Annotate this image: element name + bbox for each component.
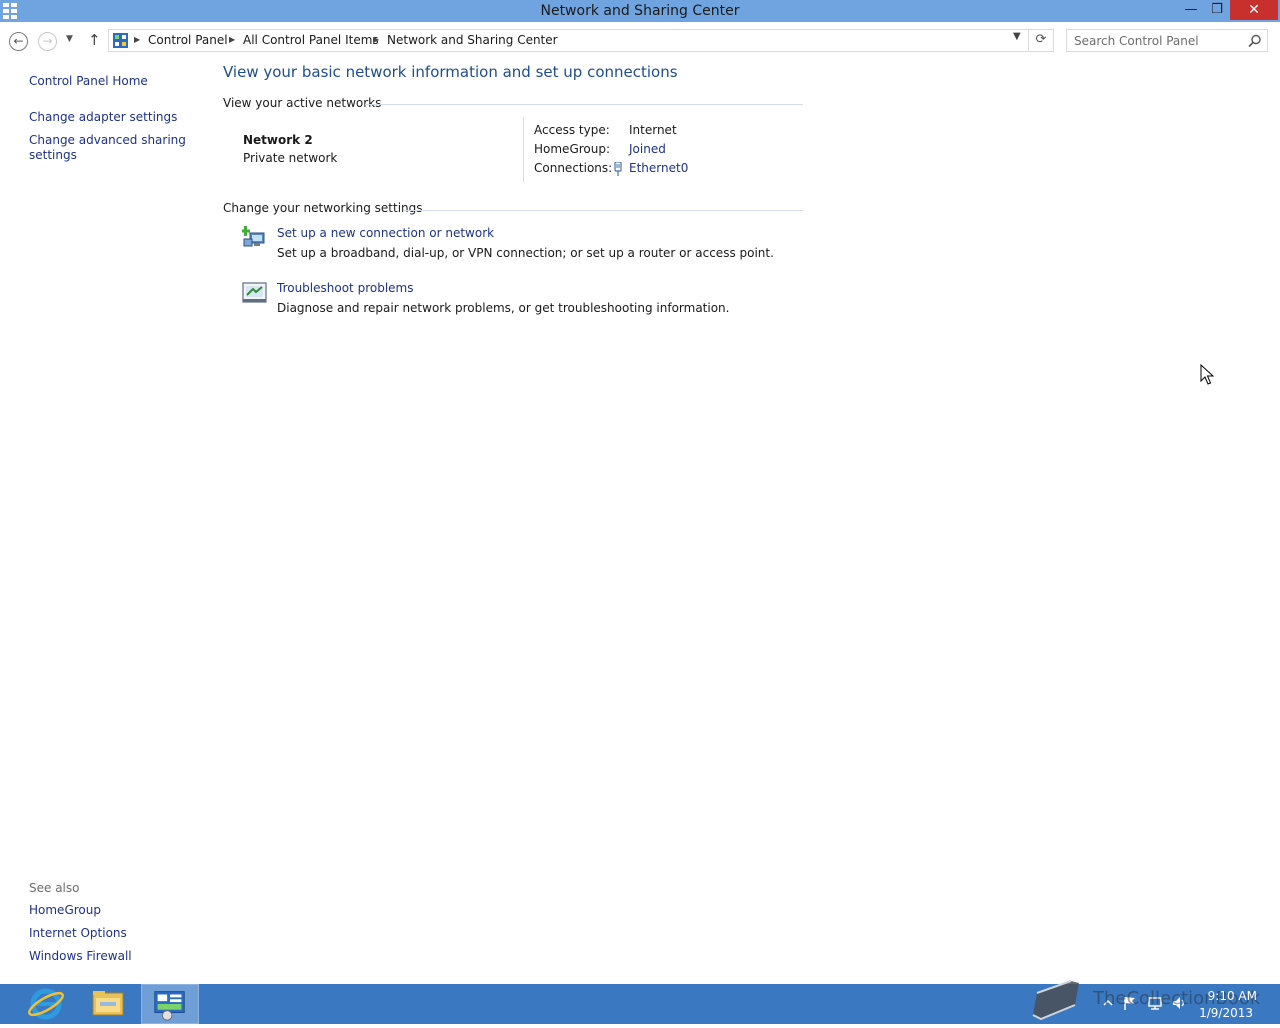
- taskbar-control-panel[interactable]: [141, 984, 199, 1024]
- window-title: Network and Sharing Center: [540, 3, 740, 19]
- troubleshoot-description: Diagnose and repair network problems, or…: [277, 301, 730, 315]
- internet-explorer-icon: [28, 988, 64, 1020]
- see-also-homegroup-link[interactable]: HomeGroup: [29, 903, 101, 918]
- setup-connection-link[interactable]: Set up a new connection or network: [277, 226, 494, 240]
- recent-locations-button[interactable]: ▼: [66, 34, 73, 44]
- breadcrumb-separator[interactable]: ▶: [134, 35, 140, 44]
- homegroup-label: HomeGroup:: [534, 142, 611, 156]
- control-panel-icon: [113, 33, 128, 48]
- control-panel-window: Network and Sharing Center — ❐ ✕ ← → ▼ ↑…: [0, 0, 1280, 984]
- book-watermark-icon: [1032, 980, 1079, 1021]
- network-name: Network 2: [243, 133, 313, 147]
- change-settings-heading: Change your networking settings: [223, 201, 423, 215]
- sidebar-link-change-advanced-sharing[interactable]: Change advanced sharing settings: [29, 133, 194, 163]
- taskbar-internet-explorer[interactable]: [17, 984, 75, 1024]
- mouse-cursor-icon: [1200, 364, 1214, 385]
- network-category-link[interactable]: Private network: [243, 151, 337, 165]
- breadcrumb-network-sharing[interactable]: Network and Sharing Center: [387, 33, 558, 47]
- access-type-label: Access type:: [534, 123, 610, 137]
- back-button[interactable]: ←: [9, 32, 28, 51]
- troubleshoot-icon[interactable]: [242, 281, 268, 305]
- sidebar-link-control-panel-home[interactable]: Control Panel Home: [29, 74, 148, 89]
- address-dropdown-icon[interactable]: ▼: [1013, 31, 1021, 42]
- search-input[interactable]: [1074, 33, 1244, 49]
- up-button[interactable]: ↑: [88, 31, 101, 49]
- title-bar[interactable]: Network and Sharing Center — ❐ ✕: [0, 0, 1280, 22]
- breadcrumb-separator[interactable]: ▶: [229, 35, 235, 44]
- network-divider: [523, 117, 524, 182]
- access-type-value: Internet: [629, 123, 677, 137]
- ethernet0-connection-link[interactable]: Ethernet0: [629, 161, 688, 175]
- control-panel-taskbar-icon: [154, 991, 185, 1021]
- restore-button[interactable]: ❐: [1204, 0, 1230, 20]
- address-bar[interactable]: ▶ Control Panel ▶ All Control Panel Item…: [108, 29, 1029, 52]
- file-explorer-icon: [92, 991, 124, 1016]
- homegroup-joined-link[interactable]: Joined: [629, 142, 666, 156]
- clock-date[interactable]: 1/9/2013: [1197, 1006, 1253, 1020]
- sidebar-link-change-adapter-settings[interactable]: Change adapter settings: [29, 110, 177, 125]
- search-box[interactable]: [1066, 29, 1268, 52]
- breadcrumb-control-panel[interactable]: Control Panel: [148, 33, 228, 47]
- network-setup-icon[interactable]: [242, 225, 268, 249]
- breadcrumb-separator[interactable]: ▶: [373, 35, 379, 44]
- see-also-label: See also: [29, 881, 80, 895]
- clock-time[interactable]: 9:10 AM: [1197, 989, 1257, 1003]
- breadcrumb-all-items[interactable]: All Control Panel Items: [243, 33, 379, 47]
- refresh-button[interactable]: ⟳: [1029, 29, 1054, 52]
- ethernet-icon[interactable]: [613, 162, 623, 176]
- forward-button[interactable]: →: [38, 32, 57, 51]
- setup-connection-description: Set up a broadband, dial-up, or VPN conn…: [277, 246, 774, 260]
- troubleshoot-problems-link[interactable]: Troubleshoot problems: [277, 281, 413, 295]
- close-button[interactable]: ✕: [1230, 0, 1278, 20]
- minimize-button[interactable]: —: [1178, 0, 1204, 20]
- taskbar-file-explorer[interactable]: [79, 984, 137, 1024]
- see-also-internet-options-link[interactable]: Internet Options: [29, 926, 127, 941]
- taskbar: [0, 984, 1280, 1024]
- navigation-bar: ← → ▼ ↑ ▶ Control Panel ▶ All Control Pa…: [0, 22, 1280, 60]
- see-also-windows-firewall-link[interactable]: Windows Firewall: [29, 949, 132, 964]
- section-divider: [403, 210, 803, 211]
- active-networks-heading: View your active networks: [223, 96, 382, 110]
- search-icon[interactable]: [1248, 34, 1262, 48]
- page-title: View your basic network information and …: [223, 63, 678, 81]
- section-divider: [365, 104, 803, 105]
- connections-label: Connections:: [534, 161, 613, 175]
